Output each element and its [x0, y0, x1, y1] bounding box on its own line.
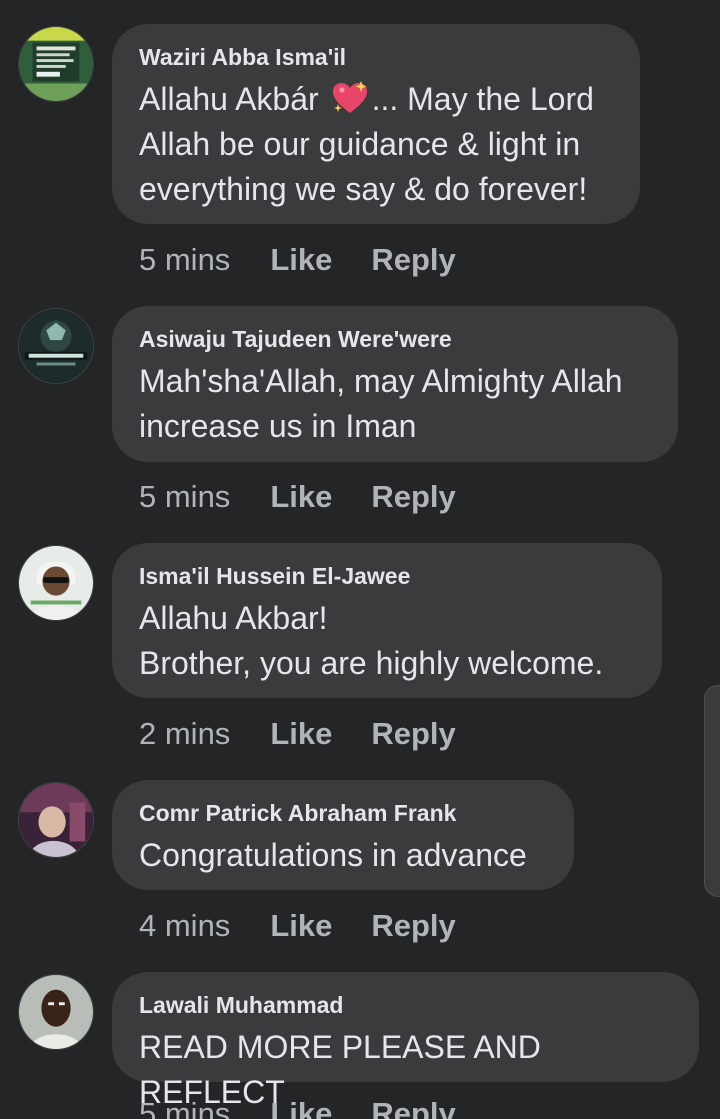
comment-author[interactable]: Isma'il Hussein El-Jawee: [139, 562, 634, 590]
comment-bubble: Isma'il Hussein El-Jawee Allahu Akbar! B…: [112, 543, 662, 698]
comment-timestamp[interactable]: 2 mins: [139, 716, 230, 752]
like-button[interactable]: Like: [270, 1096, 332, 1119]
comment-bubble: Asiwaju Tajudeen Were'were Mah'sha'Allah…: [112, 306, 678, 462]
comment-actions: 5 mins Like Reply: [139, 1094, 495, 1119]
like-button[interactable]: Like: [270, 242, 332, 278]
reply-button[interactable]: Reply: [371, 479, 455, 515]
comment-actions: 5 mins Like Reply: [139, 240, 495, 280]
avatar[interactable]: [18, 545, 94, 621]
like-button[interactable]: Like: [270, 716, 332, 752]
comment-bubble: Lawali Muhammad READ MORE PLEASE AND REF…: [112, 972, 699, 1110]
comment-text-start: Allahu Akbár: [139, 81, 319, 117]
comment-text: Mah'sha'Allah, may Almighty Allah increa…: [139, 363, 623, 444]
sparkling-heart-icon: [330, 80, 370, 116]
reply-button[interactable]: Reply: [371, 242, 455, 278]
comment-actions: 2 mins Like Reply: [139, 714, 495, 754]
reply-button[interactable]: Reply: [371, 716, 455, 752]
like-button[interactable]: Like: [270, 908, 332, 944]
reply-button[interactable]: Reply: [371, 908, 455, 944]
comment-text: Allahu Akbár ... May the Lord Allah be o…: [139, 77, 612, 212]
comment-bubble: Waziri Abba Isma'il Allahu Akbár ... May…: [112, 24, 640, 224]
avatar-image: [19, 975, 93, 1049]
avatar-image: [19, 546, 93, 620]
avatar-image: [19, 309, 93, 383]
comment-author[interactable]: Comr Patrick Abraham Frank: [139, 799, 546, 827]
comment-actions: 4 mins Like Reply: [139, 906, 495, 946]
like-button[interactable]: Like: [270, 479, 332, 515]
comment-timestamp[interactable]: 5 mins: [139, 242, 230, 278]
avatar-image: [19, 27, 93, 101]
comment-timestamp[interactable]: 5 mins: [139, 479, 230, 515]
avatar-image: [19, 783, 93, 857]
avatar[interactable]: [18, 782, 94, 858]
comment-bubble: Comr Patrick Abraham Frank Congratulatio…: [112, 780, 574, 890]
comment-timestamp[interactable]: 4 mins: [139, 908, 230, 944]
comment-actions: 5 mins Like Reply: [139, 477, 495, 517]
comment-text: Congratulations in advance: [139, 837, 527, 873]
comment-author[interactable]: Waziri Abba Isma'il: [139, 43, 612, 71]
scrollbar-handle[interactable]: [704, 685, 720, 897]
comment-text: Allahu Akbar! Brother, you are highly we…: [139, 600, 604, 681]
comment-timestamp[interactable]: 5 mins: [139, 1096, 230, 1119]
avatar[interactable]: [18, 308, 94, 384]
avatar[interactable]: [18, 974, 94, 1050]
reply-button[interactable]: Reply: [371, 1096, 455, 1119]
comment-author[interactable]: Asiwaju Tajudeen Were'were: [139, 325, 650, 353]
comment-author[interactable]: Lawali Muhammad: [139, 991, 671, 1019]
comments-feed: Waziri Abba Isma'il Allahu Akbár ... May…: [0, 0, 720, 1119]
avatar[interactable]: [18, 26, 94, 102]
